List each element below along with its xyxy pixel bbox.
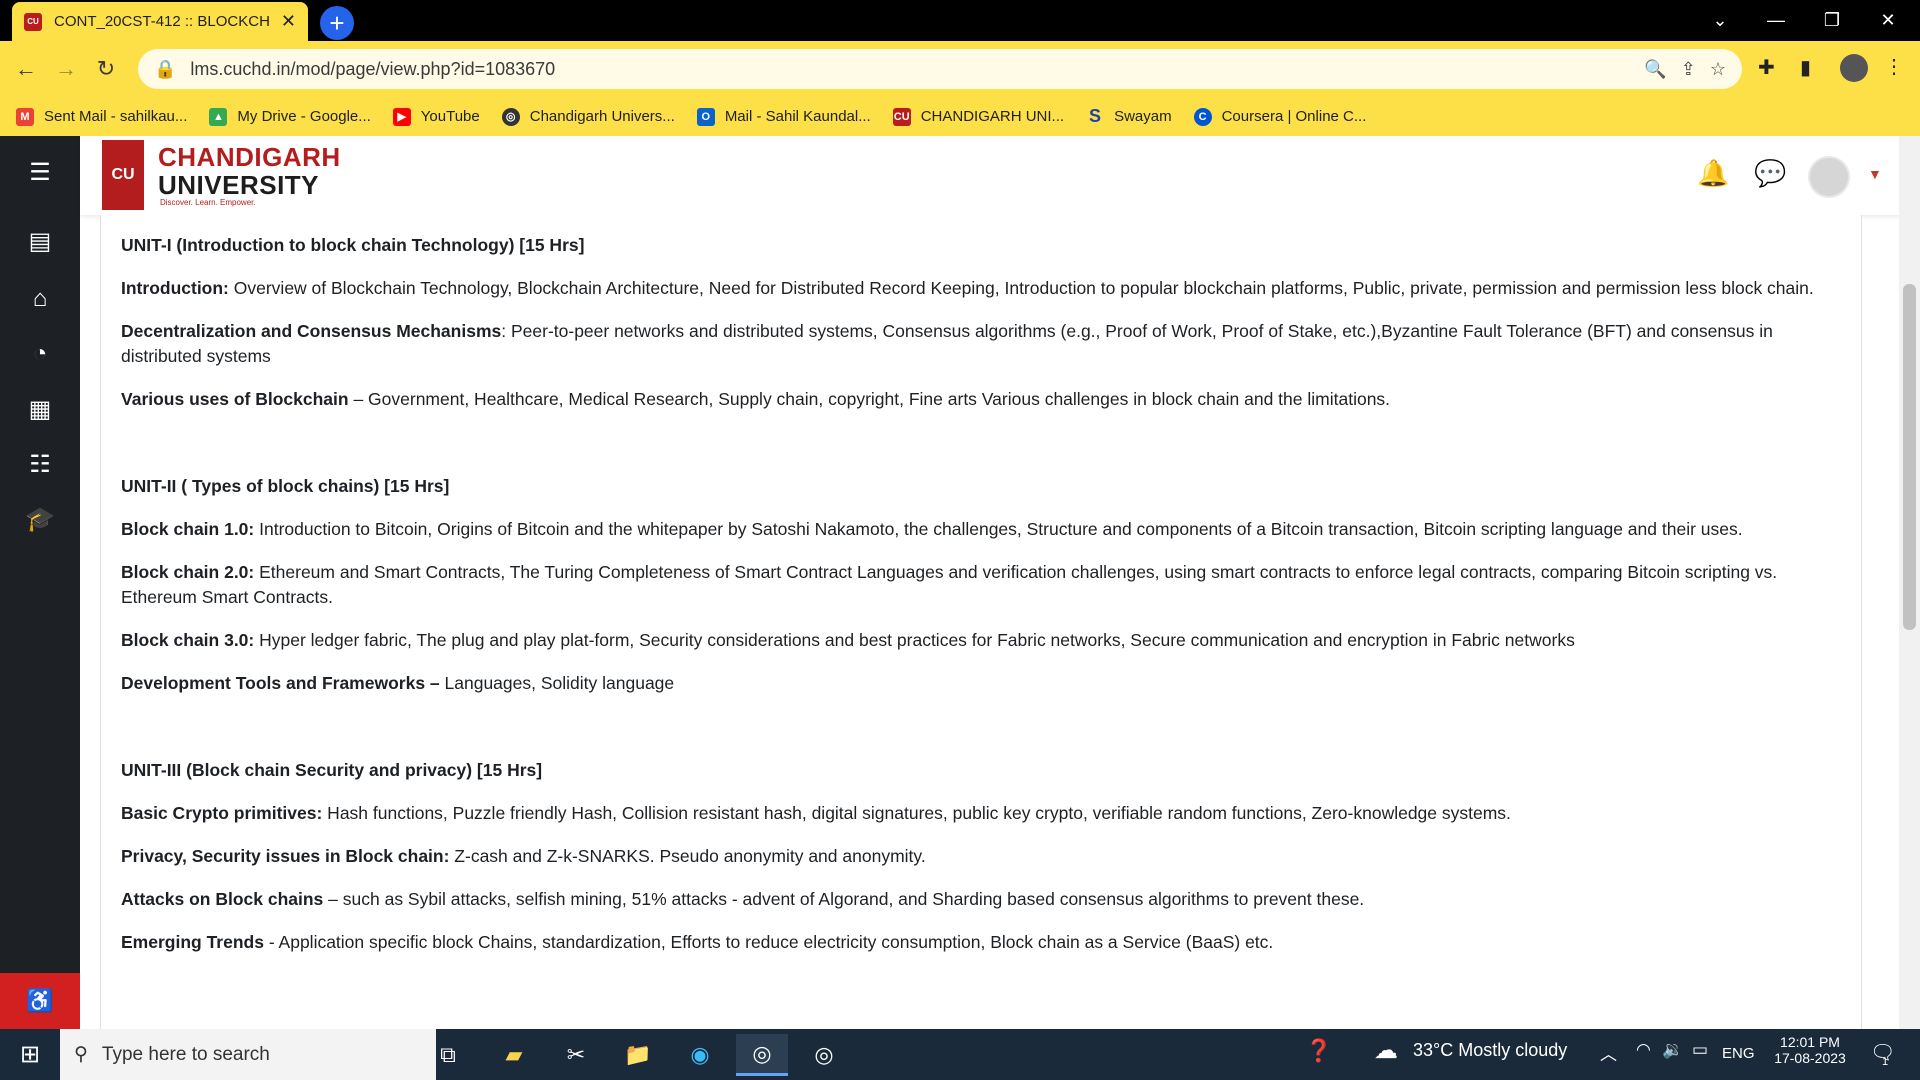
scrollbar-thumb[interactable]: [1903, 284, 1916, 630]
syllabus-paragraph: Attacks on Block chains – such as Sybil …: [121, 889, 1365, 909]
weather-text[interactable]: 33°C Mostly cloudy: [1413, 1040, 1567, 1061]
syllabus-paragraph: Basic Crypto primitives: Hash functions,…: [121, 803, 1511, 823]
tab-search-icon[interactable]: ⌄: [1692, 0, 1748, 41]
syllabus-paragraph: Introduction: Overview of Blockchain Tec…: [121, 278, 1814, 298]
calendar-icon[interactable]: ▦: [22, 391, 58, 427]
bookmark-item[interactable]: ▲ My Drive - Google...: [209, 107, 371, 126]
unit-heading: UNIT-I (Introduction to block chain Tech…: [121, 235, 585, 255]
syllabus-paragraph: Privacy, Security issues in Block chain:…: [121, 846, 926, 866]
share-icon[interactable]: ⇪: [1681, 59, 1696, 80]
file-explorer-icon[interactable]: 📁: [612, 1034, 664, 1076]
new-tab-button[interactable]: +: [320, 6, 354, 40]
reload-icon[interactable]: ↻: [86, 49, 126, 89]
syllabus-paragraph: Decentralization and Consensus Mechanism…: [121, 321, 1773, 366]
university-logo[interactable]: CU: [102, 140, 144, 210]
syllabus-text: UNIT-I (Introduction to block chain Tech…: [121, 233, 1841, 973]
home-icon[interactable]: ⌂: [22, 281, 58, 317]
bookmarks-bar: M Sent Mail - sahilkau... ▲ My Drive - Goo…: [0, 97, 1920, 136]
chrome-profile-icon[interactable]: ◎: [798, 1034, 850, 1076]
syllabus-paragraph: Block chain 1.0: Introduction to Bitcoin…: [121, 519, 1743, 539]
notification-count-badge: 1: [1882, 1056, 1889, 1068]
bookmark-item[interactable]: S Swayam: [1086, 106, 1172, 126]
clock[interactable]: 12:01 PM 17-08-2023: [1772, 1034, 1848, 1066]
moodle-sidebar: ☰ ▤ ⌂ ◔ ▦ ☷ 🎓: [0, 136, 80, 1029]
lock-icon[interactable]: 🔒: [154, 59, 176, 80]
tray-chevron-icon[interactable]: ︿: [1600, 1040, 1617, 1065]
side-panel-icon[interactable]: ▮: [1800, 55, 1811, 80]
bookmark-item[interactable]: M Sent Mail - sahilkau...: [16, 107, 187, 126]
syllabus-paragraph: Emerging Trends - Application specific b…: [121, 932, 1274, 952]
snipping-tool-icon[interactable]: ✂: [550, 1034, 602, 1076]
logo-tagline: Discover. Learn. Empower.: [160, 198, 256, 207]
edge-browser-icon[interactable]: ◉: [674, 1034, 726, 1076]
syllabus-paragraph: Block chain 3.0: Hyper ledger fabric, Th…: [121, 630, 1575, 650]
search-icon: ⚲: [74, 1044, 88, 1065]
browser-menu-icon[interactable]: ⋮: [1884, 54, 1904, 79]
maximize-button[interactable]: ❐: [1804, 0, 1860, 41]
url-text[interactable]: lms.cuchd.in/mod/page/view.php?id=108367…: [190, 59, 1630, 80]
language-indicator[interactable]: ENG: [1722, 1045, 1755, 1062]
taskbar-search-box[interactable]: ⚲ Type here to search: [60, 1029, 436, 1080]
minimize-button[interactable]: —: [1748, 0, 1804, 41]
back-arrow-icon[interactable]: ←: [6, 49, 46, 89]
profile-avatar[interactable]: [1840, 54, 1868, 82]
coursera-icon: C: [1193, 107, 1212, 126]
messages-chat-icon[interactable]: 💬: [1754, 158, 1786, 189]
youtube-icon: ▶: [392, 107, 411, 126]
user-menu-caret-icon[interactable]: ▼: [1868, 166, 1882, 182]
windows-start-icon[interactable]: ⊞: [0, 1029, 60, 1080]
user-avatar[interactable]: [1808, 156, 1850, 198]
task-view-icon[interactable]: ⧉: [422, 1034, 474, 1076]
wifi-icon[interactable]: ◠: [1636, 1040, 1651, 1060]
chrome-icon[interactable]: ◎: [736, 1034, 788, 1076]
bookmark-item[interactable]: ▶ YouTube: [392, 107, 480, 126]
logo-text-line2: UNIVERSITY: [158, 170, 320, 200]
globe-icon: ◎: [501, 107, 520, 126]
bookmark-item[interactable]: C Coursera | Online C...: [1193, 107, 1366, 126]
close-window-button[interactable]: ✕: [1860, 0, 1916, 41]
zoom-icon[interactable]: 🔍: [1644, 59, 1666, 80]
unit-heading: UNIT-III (Block chain Security and priva…: [121, 760, 543, 780]
unit-heading: UNIT-II ( Types of block chains) [15 Hrs…: [121, 476, 450, 496]
weather-cloud-icon[interactable]: ☁: [1374, 1036, 1398, 1065]
address-bar[interactable]: 🔒 lms.cuchd.in/mod/page/view.php?id=1083…: [138, 49, 1742, 89]
cu-icon: CU: [892, 107, 911, 126]
sticky-notes-icon[interactable]: ▰: [488, 1034, 540, 1076]
bookmark-star-icon[interactable]: ☆: [1710, 59, 1726, 80]
graduation-cap-icon[interactable]: 🎓: [22, 501, 58, 537]
tab-title: CONT_20CST-412 :: BLOCKCHAIN: [54, 13, 269, 30]
forward-arrow-icon[interactable]: →: [46, 49, 86, 89]
list-icon[interactable]: ☷: [22, 446, 58, 482]
bookmark-item[interactable]: ◎ Chandigarh Univers...: [501, 107, 675, 126]
gmail-icon: M: [16, 107, 34, 126]
bookmark-item[interactable]: CU CHANDIGARH UNI...: [892, 107, 1064, 126]
logo-text-line1: CHANDIGARH: [158, 142, 341, 172]
accessibility-icon[interactable]: ♿: [0, 973, 80, 1029]
syllabus-paragraph: Development Tools and Frameworks – Langu…: [121, 673, 675, 693]
course-book-icon[interactable]: ▤: [22, 223, 58, 259]
bookmark-item[interactable]: O Mail - Sahil Kaundal...: [696, 107, 871, 126]
outlook-icon: O: [696, 107, 715, 126]
notification-bell-icon[interactable]: 🔔: [1697, 158, 1729, 189]
cu-favicon-icon: CU: [24, 12, 42, 31]
battery-icon[interactable]: ▭: [1692, 1040, 1708, 1060]
close-tab-icon[interactable]: ✕: [281, 11, 296, 32]
drive-icon: ▲: [209, 107, 228, 126]
hamburger-menu-icon[interactable]: ☰: [22, 154, 58, 190]
browser-tab-active[interactable]: CU CONT_20CST-412 :: BLOCKCHAIN ✕: [12, 2, 308, 41]
help-icon[interactable]: ❓: [1305, 1038, 1332, 1064]
syllabus-paragraph: Block chain 2.0: Ethereum and Smart Cont…: [121, 562, 1778, 607]
swayam-icon: S: [1089, 106, 1102, 126]
syllabus-paragraph: Various uses of Blockchain – Government,…: [121, 389, 1391, 409]
volume-icon[interactable]: 🔉: [1662, 1040, 1683, 1060]
extensions-icon[interactable]: ✚: [1758, 55, 1775, 80]
site-header: CU CHANDIGARH UNIVERSITY Discover. Learn…: [80, 136, 1906, 215]
dashboard-gauge-icon[interactable]: ◔: [22, 336, 58, 372]
